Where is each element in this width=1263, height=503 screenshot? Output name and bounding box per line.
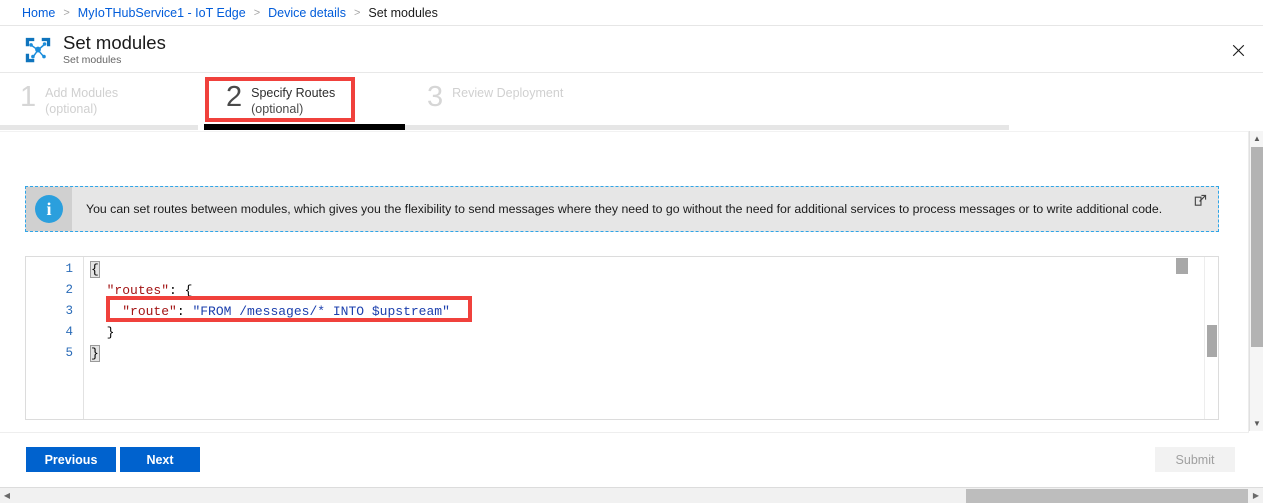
breadcrumb-separator: > <box>63 6 70 19</box>
info-banner-text: You can set routes between modules, whic… <box>86 202 1163 216</box>
wizard-footer: Previous Next Submit <box>0 432 1249 481</box>
editor-vertical-scroll-thumb[interactable] <box>1207 325 1217 357</box>
code-line-1[interactable]: { <box>90 259 100 280</box>
line-number: 5 <box>65 346 73 360</box>
page-vertical-scrollbar[interactable]: ▲ ▼ <box>1249 131 1263 431</box>
external-link-icon[interactable] <box>1193 193 1209 209</box>
breadcrumb: Home > MyIoTHubService1 - IoT Edge > Dev… <box>0 0 1263 26</box>
step-number: 2 <box>226 81 243 113</box>
step-review-deployment[interactable]: 3 Review Deployment <box>405 74 1009 130</box>
step-text-group: Add Modules (optional) <box>45 82 118 117</box>
scroll-left-icon[interactable]: ◀ <box>0 488 14 503</box>
code-line-3[interactable]: "route": "FROM /messages/* INTO $upstrea… <box>91 301 450 322</box>
step-number: 1 <box>20 81 37 113</box>
breadcrumb-item-home[interactable]: Home <box>22 6 55 20</box>
info-icon-container: i <box>26 187 72 231</box>
info-icon: i <box>35 195 63 223</box>
line-number: 3 <box>65 304 73 318</box>
scroll-down-icon[interactable]: ▼ <box>1250 416 1263 431</box>
step-text-group: Review Deployment <box>452 82 563 101</box>
breadcrumb-item-device-details[interactable]: Device details <box>268 6 346 20</box>
line-number: 4 <box>65 325 73 339</box>
iot-edge-icon <box>23 35 53 65</box>
step-label: Add Modules <box>45 86 119 100</box>
step-text-group: Specify Routes (optional) <box>251 82 335 117</box>
editor-line-number-gutter: 1 2 3 4 5 <box>26 257 84 419</box>
line-number: 1 <box>65 262 73 276</box>
previous-button[interactable]: Previous <box>26 447 116 472</box>
content-area: i You can set routes between modules, wh… <box>0 131 1249 431</box>
next-button[interactable]: Next <box>120 447 200 472</box>
page-vertical-scroll-thumb[interactable] <box>1251 147 1263 347</box>
code-line-2[interactable]: "routes": { <box>91 280 193 301</box>
step-progress-bar <box>405 125 1009 130</box>
page-subtitle: Set modules <box>63 54 122 66</box>
line-number: 2 <box>65 283 73 297</box>
step-specify-routes[interactable]: 2 Specify Routes (optional) <box>204 74 405 130</box>
page-title: Set modules <box>63 32 166 53</box>
set-modules-page: Home > MyIoTHubService1 - IoT Edge > Dev… <box>0 0 1263 503</box>
breadcrumb-separator: > <box>353 6 361 19</box>
page-horizontal-scrollbar[interactable]: ◀ ▶ <box>0 487 1263 503</box>
blade-title-group: Set modules Set modules <box>63 32 166 67</box>
blade-header: Set modules Set modules <box>0 27 1263 73</box>
step-progress-bar-active <box>204 124 405 130</box>
step-sublabel: (optional) <box>251 102 304 116</box>
submit-button[interactable]: Submit <box>1155 447 1235 472</box>
close-icon[interactable] <box>1223 35 1253 65</box>
scroll-up-icon[interactable]: ▲ <box>1250 131 1263 146</box>
breadcrumb-separator: > <box>253 6 261 19</box>
page-horizontal-scroll-thumb[interactable] <box>966 489 1248 503</box>
code-line-5[interactable]: } <box>90 343 100 364</box>
step-sublabel: (optional) <box>45 102 98 116</box>
editor-code-area[interactable]: { "routes": { "route": "FROM /messages/*… <box>85 257 1218 419</box>
breadcrumb-item-set-modules: Set modules <box>368 5 438 20</box>
step-number: 3 <box>427 81 444 113</box>
breadcrumb-item-iothub[interactable]: MyIoTHubService1 - IoT Edge <box>78 6 246 20</box>
routes-json-editor[interactable]: 1 2 3 4 5 { "routes": { "route": "FROM /… <box>25 256 1219 420</box>
step-tracker: 1 Add Modules (optional) 2 Specify Route… <box>0 74 1263 130</box>
step-add-modules[interactable]: 1 Add Modules (optional) <box>0 74 204 130</box>
editor-horizontal-scroll-thumb[interactable] <box>1176 258 1188 274</box>
editor-vertical-scrollbar[interactable] <box>1204 257 1218 419</box>
info-banner: i You can set routes between modules, wh… <box>25 186 1219 232</box>
step-label: Review Deployment <box>452 86 564 100</box>
step-label: Specify Routes <box>251 86 336 100</box>
step-progress-bar <box>0 125 198 130</box>
code-line-4[interactable]: } <box>91 322 115 343</box>
scroll-right-icon[interactable]: ▶ <box>1249 488 1263 503</box>
